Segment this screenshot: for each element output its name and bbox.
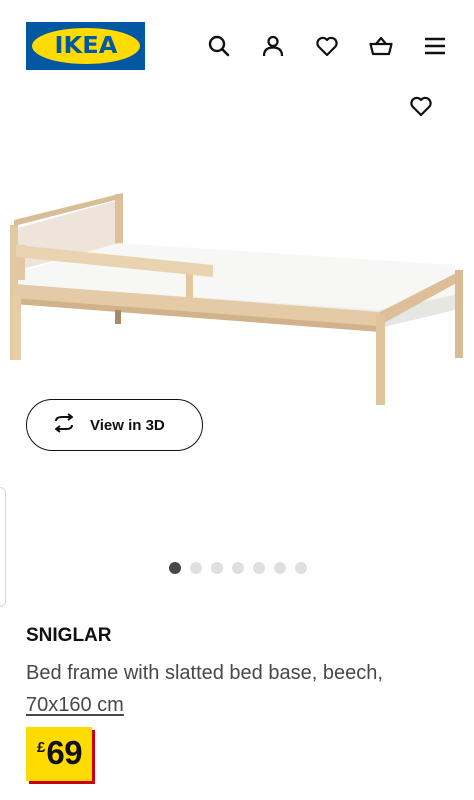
heart-icon[interactable] xyxy=(314,33,340,59)
image-carousel-indicator xyxy=(169,562,307,574)
carousel-dot[interactable] xyxy=(295,562,307,574)
search-icon[interactable] xyxy=(206,33,232,59)
price-currency: £ xyxy=(37,739,46,756)
site-header: IKEA xyxy=(0,0,474,92)
carousel-dot[interactable] xyxy=(274,562,286,574)
carousel-dot[interactable] xyxy=(232,562,244,574)
product-name: SNIGLAR xyxy=(26,625,112,646)
carousel-dot[interactable] xyxy=(169,562,181,574)
header-actions xyxy=(206,33,448,59)
account-icon[interactable] xyxy=(260,33,286,59)
product-image[interactable] xyxy=(0,160,474,420)
price-tag: £ 69 xyxy=(26,727,93,781)
menu-icon[interactable] xyxy=(422,33,448,59)
price-amount: 69 xyxy=(46,734,83,771)
ikea-logo[interactable]: IKEA xyxy=(26,22,145,70)
carousel-dot[interactable] xyxy=(211,562,223,574)
save-to-favourites-heart-icon[interactable] xyxy=(408,93,434,119)
product-size-link[interactable]: 70x160 cm xyxy=(26,694,124,716)
rotate-3d-icon xyxy=(52,412,76,438)
view-in-3d-button[interactable]: View in 3D xyxy=(26,399,203,451)
logo-oval: IKEA xyxy=(31,28,140,64)
view-in-3d-label: View in 3D xyxy=(90,416,165,434)
side-panel-handle[interactable] xyxy=(0,487,6,607)
carousel-dot[interactable] xyxy=(190,562,202,574)
basket-icon[interactable] xyxy=(368,33,394,59)
product-description: Bed frame with slatted bed base, beech, … xyxy=(26,657,456,721)
logo-text: IKEA xyxy=(54,33,117,59)
carousel-dot[interactable] xyxy=(253,562,265,574)
product-type: Bed frame with slatted bed base, beech, xyxy=(26,662,383,684)
